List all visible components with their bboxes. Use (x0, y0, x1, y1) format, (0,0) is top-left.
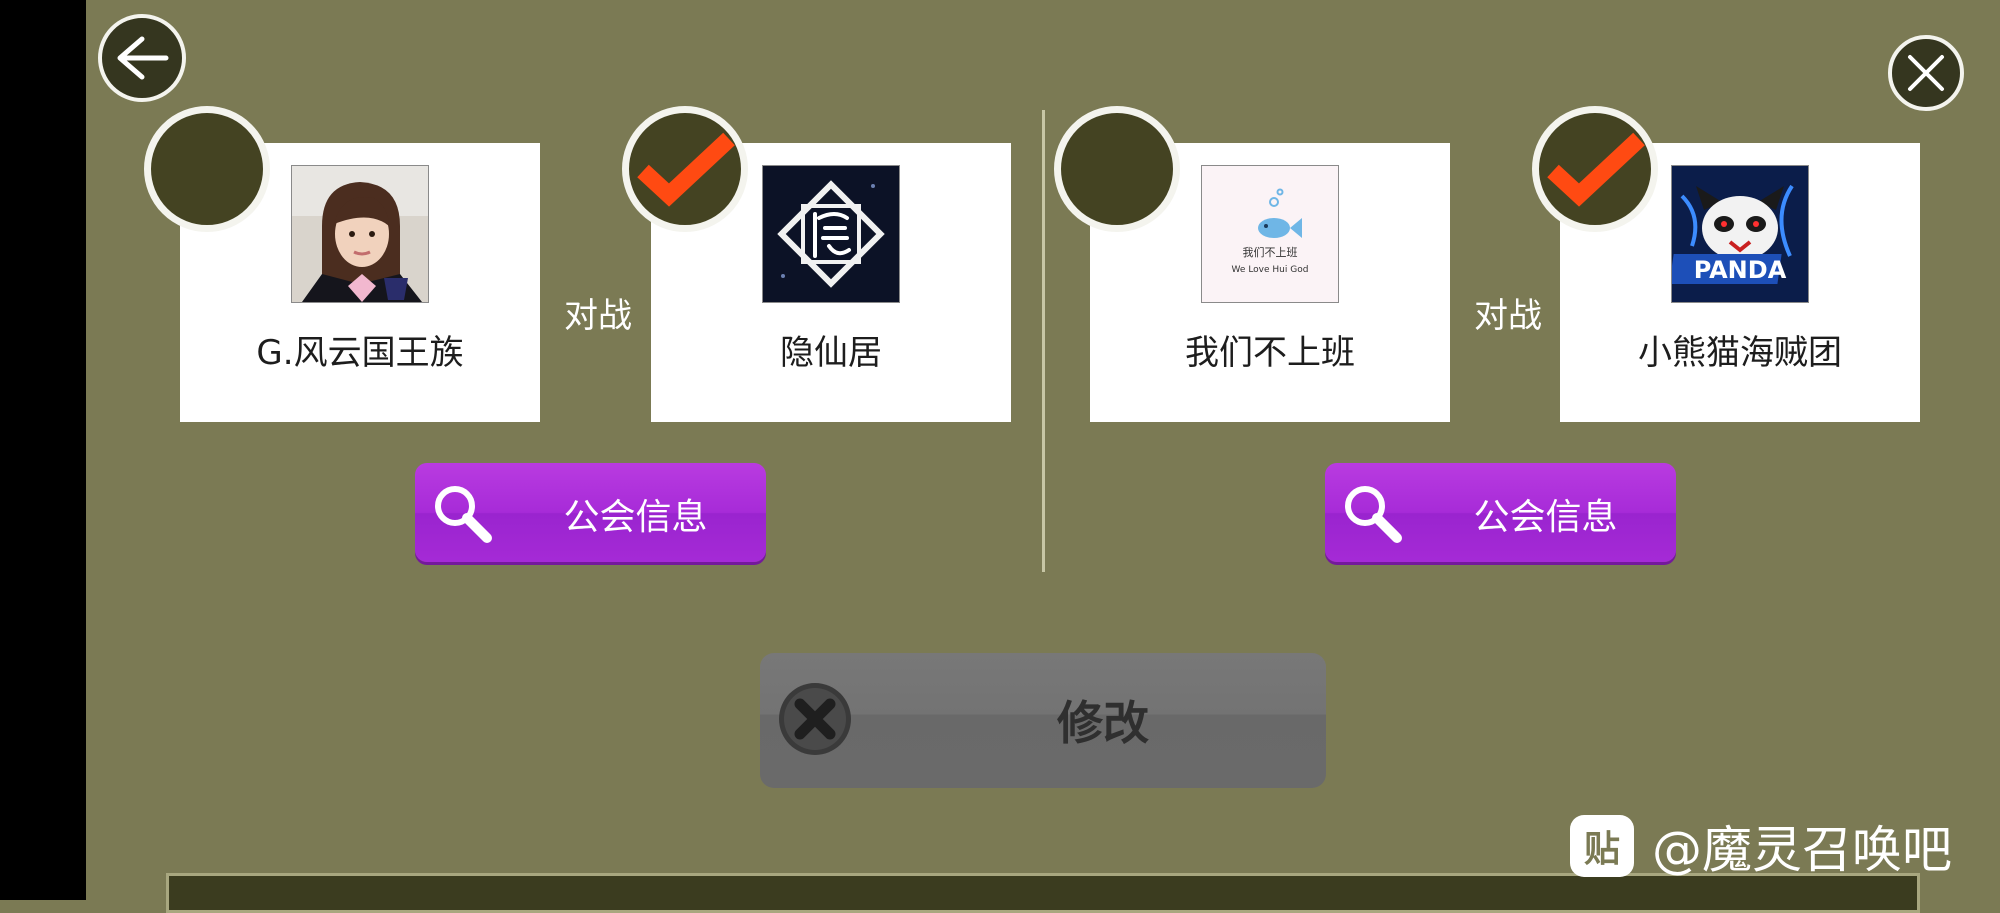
guild-avatar (291, 165, 429, 303)
left-black-bar (0, 0, 86, 900)
close-button[interactable] (1888, 35, 1964, 111)
watermark: 贴 @魔灵召唤吧 (1570, 810, 1952, 882)
guild-avatar: PANDA (1671, 165, 1809, 303)
divider (1042, 110, 1045, 572)
checkmark-icon (1547, 132, 1645, 207)
checkmark-icon (637, 132, 735, 207)
team-name: 我们不上班 (1185, 333, 1355, 373)
guild-info-label: 公会信息 (563, 497, 708, 538)
modify-label: 修改 (1057, 696, 1149, 750)
guild-avatar-text: We Love Hui God (1232, 265, 1309, 275)
select-toggle[interactable] (622, 106, 748, 232)
guild-avatar-text: PANDA (1694, 256, 1787, 284)
select-toggle[interactable] (1532, 106, 1658, 232)
select-toggle[interactable] (144, 106, 270, 232)
vs-label: 对战 (564, 296, 632, 336)
watermark-text: @魔灵召唤吧 (1652, 821, 1952, 879)
search-icon (435, 486, 492, 543)
guild-avatar-text: 我们不上班 (1243, 245, 1298, 259)
team-name: G.风云国王族 (256, 333, 464, 373)
cancel-x-icon (779, 683, 851, 755)
tieba-logo-icon: 贴 (1570, 815, 1634, 877)
guild-info-button[interactable]: 公会信息 (1325, 463, 1676, 562)
back-button[interactable] (98, 14, 186, 102)
guild-info-label: 公会信息 (1473, 497, 1618, 538)
back-arrow-icon (117, 36, 169, 80)
team-name: 隐仙居 (780, 333, 882, 373)
guild-avatar (762, 165, 900, 303)
guild-avatar: 我们不上班 We Love Hui God (1201, 165, 1339, 303)
team-name: 小熊猫海贼团 (1638, 333, 1842, 373)
search-icon (1345, 486, 1402, 543)
close-icon (1908, 55, 1944, 91)
select-toggle[interactable] (1054, 106, 1180, 232)
guild-info-button[interactable]: 公会信息 (415, 463, 766, 562)
modify-button[interactable]: 修改 (760, 653, 1326, 788)
vs-label: 对战 (1474, 296, 1542, 336)
